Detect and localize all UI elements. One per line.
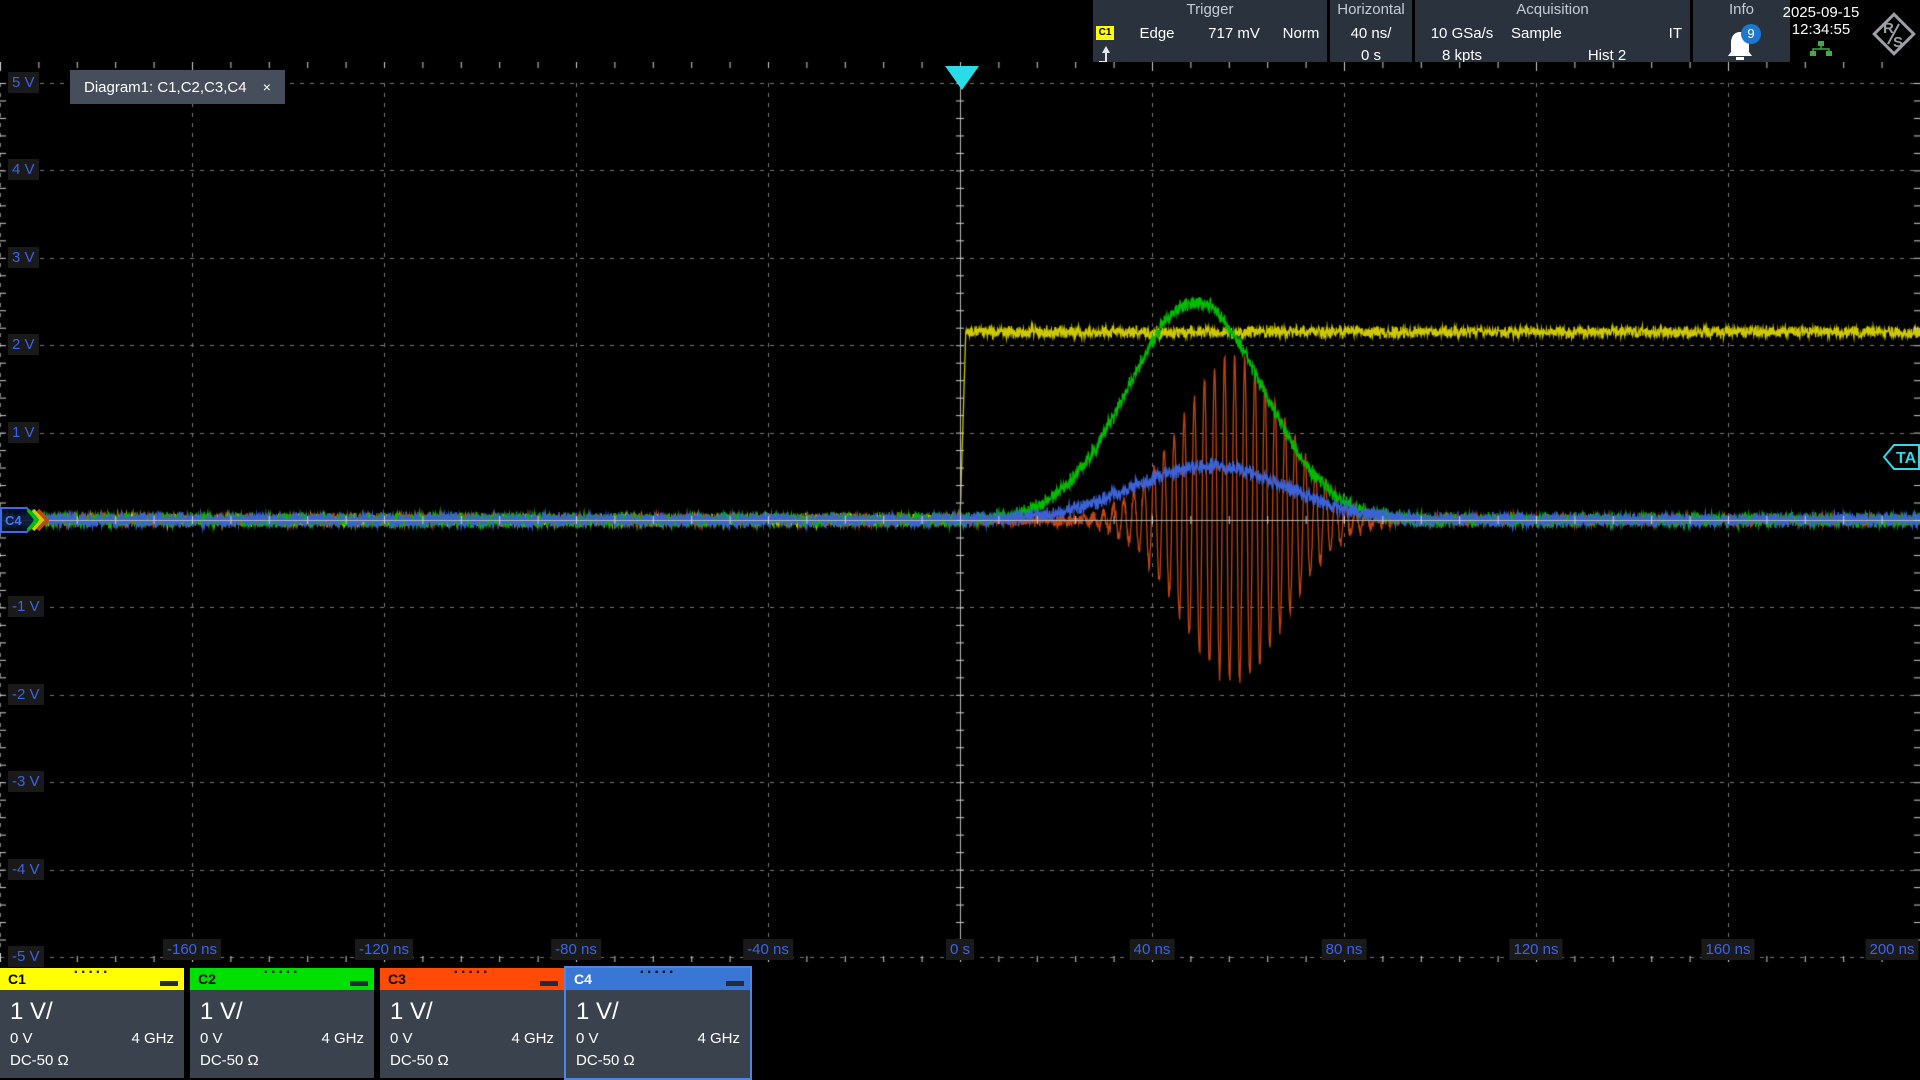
channel-box-c3[interactable]: C3 ····· 1 V/ 0 V 4 GHz DC-50 Ω bbox=[380, 968, 564, 1078]
diagram-tab[interactable]: Diagram1: C1,C2,C3,C4 × bbox=[70, 70, 285, 104]
y-axis-label: -5 V bbox=[8, 946, 44, 967]
channel-offset: 0 V bbox=[10, 1030, 33, 1047]
channel-scale: 1 V/ bbox=[576, 998, 750, 1026]
svg-text:S: S bbox=[1893, 34, 1903, 51]
channel-bandwidth: 4 GHz bbox=[131, 1030, 174, 1047]
channel-bandwidth: 4 GHz bbox=[697, 1030, 740, 1047]
y-axis-label: 3 V bbox=[8, 247, 39, 268]
channel-box-c2[interactable]: C2 ····· 1 V/ 0 V 4 GHz DC-50 Ω bbox=[190, 968, 374, 1078]
drag-handle-dots-icon[interactable]: ····· bbox=[74, 962, 111, 984]
x-axis-label: 120 ns bbox=[1509, 939, 1562, 960]
y-axis-label: 2 V bbox=[8, 334, 39, 355]
x-axis-label: -120 ns bbox=[355, 939, 413, 960]
x-axis-label: -80 ns bbox=[551, 939, 601, 960]
channel-signal-bar: C1 ····· 1 V/ 0 V 4 GHz DC-50 Ω C2 ·····… bbox=[0, 968, 1920, 1080]
trigger-type: Edge bbox=[1127, 25, 1187, 42]
channel-coupling: DC-50 Ω bbox=[10, 1052, 69, 1069]
channel-coupling: DC-50 Ω bbox=[390, 1052, 449, 1069]
channel-bandwidth: 4 GHz bbox=[321, 1030, 364, 1047]
channel-offset: 0 V bbox=[576, 1030, 599, 1047]
x-axis-label: 80 ns bbox=[1322, 939, 1367, 960]
trigger-annotation-ta-marker[interactable]: TA bbox=[1882, 438, 1920, 476]
acquisition-mode: Sample bbox=[1511, 25, 1562, 42]
acquisition-section-title: Acquisition bbox=[1415, 1, 1690, 18]
minimize-button[interactable] bbox=[726, 981, 744, 986]
selected-channel-marker-label: C4 bbox=[5, 513, 22, 528]
channel-id: C1 bbox=[8, 971, 26, 987]
top-toolbar: Trigger C1 Edge 717 mV Norm Horizontal 4… bbox=[0, 0, 1920, 68]
x-axis-label: -160 ns bbox=[163, 939, 221, 960]
channel-box-c4[interactable]: C4 ····· 1 V/ 0 V 4 GHz DC-50 Ω bbox=[566, 968, 750, 1078]
datetime-block: 2025-09-15 12:34:55 bbox=[1775, 0, 1867, 62]
trigger-source-badge: C1 bbox=[1096, 26, 1114, 40]
trigger-mode: Norm bbox=[1277, 25, 1325, 42]
trigger-level: 717 mV bbox=[1193, 25, 1275, 42]
channel-id: C3 bbox=[388, 971, 406, 987]
drag-handle-dots-icon[interactable]: ····· bbox=[264, 962, 301, 984]
waveform-diagram[interactable]: Diagram1: C1,C2,C3,C4 × TA C4 5 V 4 V 3 V 2… bbox=[0, 62, 1920, 962]
trigger-section-title: Trigger bbox=[1093, 1, 1327, 18]
y-axis-label: -3 V bbox=[8, 771, 44, 792]
acquisition-sample-rate: 10 GSa/s bbox=[1421, 25, 1503, 42]
channel-bandwidth: 4 GHz bbox=[511, 1030, 554, 1047]
channel-coupling: DC-50 Ω bbox=[576, 1052, 635, 1069]
x-axis-label: 40 ns bbox=[1130, 939, 1175, 960]
channel-id: C2 bbox=[198, 971, 216, 987]
minimize-button[interactable] bbox=[540, 981, 558, 986]
rs-company-logo: R S bbox=[1866, 6, 1920, 62]
channel-offset: 0 V bbox=[390, 1030, 413, 1047]
channel-offset-markers[interactable]: C4 bbox=[0, 502, 54, 538]
drag-handle-dots-icon[interactable]: ····· bbox=[640, 962, 677, 984]
minimize-button[interactable] bbox=[350, 981, 368, 986]
minimize-button[interactable] bbox=[160, 981, 178, 986]
diagram-tab-close-icon[interactable]: × bbox=[263, 79, 271, 95]
y-axis-label: 5 V bbox=[8, 72, 39, 93]
channel-scale: 1 V/ bbox=[200, 998, 374, 1026]
x-axis-label: 0 s bbox=[946, 939, 974, 960]
y-axis-label: 1 V bbox=[8, 422, 39, 443]
trigger-position-marker[interactable] bbox=[942, 64, 982, 92]
channel-id: C4 bbox=[574, 971, 592, 987]
network-lan-icon bbox=[1808, 40, 1834, 58]
y-axis-label: 4 V bbox=[8, 159, 39, 180]
y-axis-label: -2 V bbox=[8, 684, 44, 705]
y-axis-label: -1 V bbox=[8, 596, 44, 617]
x-axis-label: 160 ns bbox=[1701, 939, 1754, 960]
horizontal-scale: 40 ns/ bbox=[1330, 25, 1412, 42]
channel-offset: 0 V bbox=[200, 1030, 223, 1047]
x-axis-label: 200 ns bbox=[1865, 939, 1918, 960]
time-label: 12:34:55 bbox=[1775, 21, 1867, 38]
x-axis-label: -40 ns bbox=[743, 939, 793, 960]
acquisition-section[interactable]: Acquisition 10 GSa/s Sample IT 8 kpts Hi… bbox=[1415, 0, 1690, 68]
channel-box-c1[interactable]: C1 ····· 1 V/ 0 V 4 GHz DC-50 Ω bbox=[0, 968, 184, 1078]
drag-handle-dots-icon[interactable]: ····· bbox=[454, 962, 491, 984]
notification-count-badge: 9 bbox=[1741, 24, 1761, 44]
channel-scale: 1 V/ bbox=[390, 998, 564, 1026]
channel-coupling: DC-50 Ω bbox=[200, 1052, 259, 1069]
acquisition-it-flag: IT bbox=[1669, 25, 1682, 42]
y-axis-label: -4 V bbox=[8, 859, 44, 880]
channel-scale: 1 V/ bbox=[10, 998, 184, 1026]
waveform-canvas[interactable] bbox=[0, 62, 1920, 962]
trigger-section[interactable]: Trigger C1 Edge 717 mV Norm bbox=[1093, 0, 1327, 68]
diagram-tab-label: Diagram1: C1,C2,C3,C4 bbox=[84, 79, 247, 96]
date-label: 2025-09-15 bbox=[1775, 4, 1867, 21]
svg-text:TA: TA bbox=[1896, 450, 1917, 467]
horizontal-section[interactable]: Horizontal 40 ns/ 0 s bbox=[1330, 0, 1412, 68]
horizontal-section-title: Horizontal bbox=[1330, 1, 1412, 18]
